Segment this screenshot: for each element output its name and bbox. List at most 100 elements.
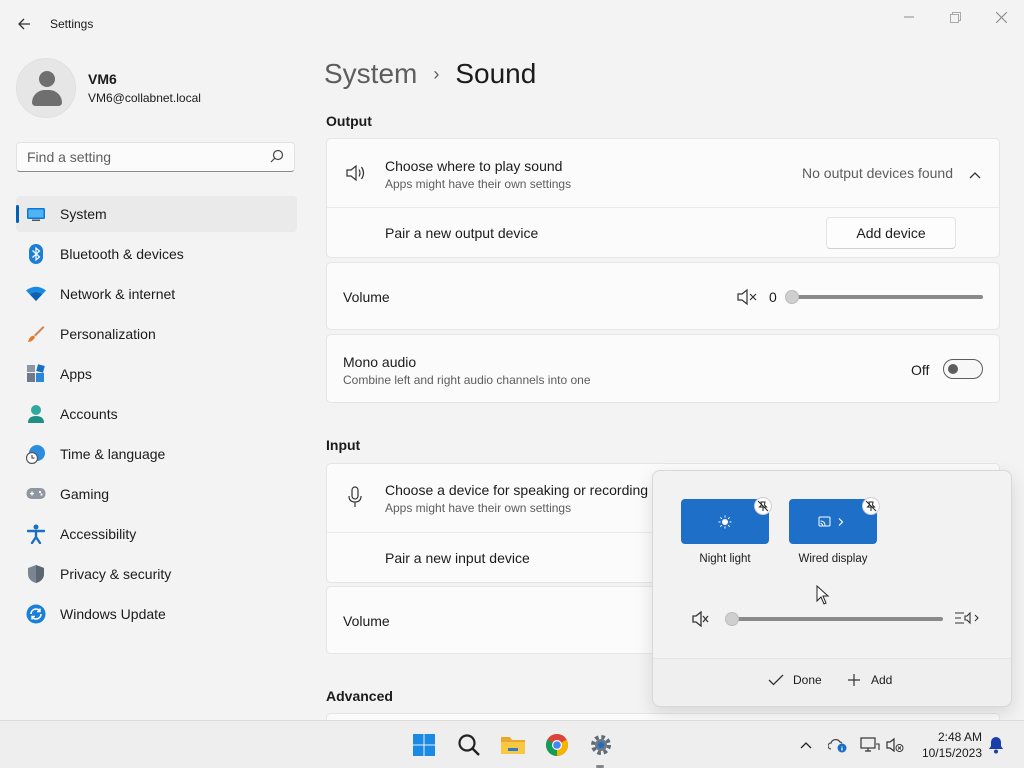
advanced-section-title: Advanced bbox=[326, 688, 393, 704]
wifi-icon bbox=[26, 284, 46, 304]
close-button[interactable] bbox=[978, 6, 1024, 28]
wired-display-label: Wired display bbox=[798, 553, 868, 565]
microphone-icon bbox=[347, 486, 363, 511]
quick-settings-footer: Done Add bbox=[653, 658, 1011, 706]
breadcrumb: System › Sound bbox=[324, 58, 536, 90]
mouse-cursor-icon bbox=[816, 585, 830, 605]
mute-icon[interactable] bbox=[736, 288, 758, 309]
monitor-icon bbox=[26, 204, 46, 224]
sidebar-item-label: Apps bbox=[60, 366, 92, 382]
sidebar-item-apps[interactable]: Apps bbox=[16, 356, 297, 392]
sidebar-item-gaming[interactable]: Gaming bbox=[16, 476, 297, 512]
settings-app-button[interactable] bbox=[587, 731, 615, 759]
breadcrumb-parent[interactable]: System bbox=[324, 58, 417, 90]
unpin-night-light-button[interactable] bbox=[754, 497, 772, 515]
app-title: Settings bbox=[50, 17, 94, 31]
search-input[interactable] bbox=[27, 149, 267, 165]
sidebar-item-windows-update[interactable]: Windows Update bbox=[16, 596, 297, 632]
network-tray-button[interactable] bbox=[860, 735, 880, 755]
maximize-button[interactable] bbox=[932, 6, 978, 28]
bell-icon bbox=[989, 737, 1003, 754]
file-explorer-button[interactable] bbox=[499, 731, 527, 759]
volume-tray-button[interactable] bbox=[885, 735, 905, 755]
input-volume-label: Volume bbox=[343, 613, 390, 629]
gamepad-icon bbox=[26, 484, 46, 504]
show-hidden-icons-button[interactable] bbox=[796, 735, 816, 755]
output-section-title: Output bbox=[326, 113, 372, 129]
sidebar-item-time-language[interactable]: Time & language bbox=[16, 436, 297, 472]
audio-output-select-icon[interactable] bbox=[954, 610, 980, 629]
done-label: Done bbox=[793, 673, 822, 687]
output-volume-label: Volume bbox=[343, 289, 390, 305]
output-volume-thumb[interactable] bbox=[785, 290, 799, 304]
mono-audio-toggle[interactable] bbox=[943, 359, 983, 379]
chevron-up-icon[interactable] bbox=[969, 166, 981, 182]
output-status: No output devices found bbox=[802, 165, 953, 181]
sidebar-item-label: System bbox=[60, 206, 107, 222]
chevron-up-icon bbox=[800, 742, 812, 749]
chrome-button[interactable] bbox=[543, 731, 571, 759]
cast-icon bbox=[818, 516, 844, 526]
mono-audio-state: Off bbox=[911, 362, 930, 378]
pair-output-row: Pair a new output device Add device bbox=[327, 207, 999, 258]
clock-time: 2:48 AM bbox=[937, 730, 982, 744]
sidebar-item-label: Gaming bbox=[60, 486, 110, 502]
volume-mute-icon[interactable] bbox=[692, 610, 710, 630]
taskbar: 2:48 AM 10/15/2023 bbox=[0, 720, 1024, 768]
sidebar-item-label: Bluetooth & devices bbox=[60, 246, 184, 262]
search-icon bbox=[458, 734, 480, 756]
sidebar-item-accounts[interactable]: Accounts bbox=[16, 396, 297, 432]
choose-output-subtitle: Apps might have their own settings bbox=[385, 177, 572, 191]
paintbrush-icon bbox=[26, 324, 46, 344]
unpin-icon bbox=[865, 500, 877, 512]
breadcrumb-separator: › bbox=[433, 63, 440, 84]
night-light-icon bbox=[718, 515, 732, 528]
sidebar-item-system[interactable]: System bbox=[16, 196, 297, 232]
mono-audio-subtitle: Combine left and right audio channels in… bbox=[343, 373, 591, 387]
user-profile[interactable]: VM6 VM6@collabnet.local bbox=[16, 58, 201, 118]
sidebar-item-privacy[interactable]: Privacy & security bbox=[16, 556, 297, 592]
start-button[interactable] bbox=[410, 731, 438, 759]
checkmark-icon bbox=[768, 674, 784, 686]
output-volume-slider[interactable] bbox=[797, 295, 983, 299]
taskbar-search-button[interactable] bbox=[455, 731, 483, 759]
sidebar-item-network[interactable]: Network & internet bbox=[16, 276, 297, 312]
sidebar-item-label: Privacy & security bbox=[60, 566, 172, 582]
sidebar-item-label: Network & internet bbox=[60, 286, 176, 302]
output-volume-card: Volume 0 bbox=[326, 262, 1000, 330]
unpin-wired-display-button[interactable] bbox=[862, 497, 880, 515]
onedrive-tray-button[interactable] bbox=[828, 735, 848, 755]
sidebar-item-personalization[interactable]: Personalization bbox=[16, 316, 297, 352]
bluetooth-icon bbox=[26, 244, 46, 264]
title-bar: Settings bbox=[0, 0, 1024, 48]
sidebar-item-bluetooth[interactable]: Bluetooth & devices bbox=[16, 236, 297, 272]
minimize-button[interactable] bbox=[886, 6, 932, 28]
quick-volume-thumb[interactable] bbox=[725, 612, 739, 626]
sidebar-item-label: Personalization bbox=[60, 326, 156, 342]
arrow-left-icon bbox=[18, 18, 30, 30]
sidebar-item-label: Accounts bbox=[60, 406, 118, 422]
back-button[interactable] bbox=[12, 12, 36, 36]
windows-logo-icon bbox=[413, 734, 435, 756]
search-box[interactable] bbox=[16, 142, 295, 172]
search-icon[interactable] bbox=[270, 149, 284, 163]
input-section-title: Input bbox=[326, 437, 361, 453]
folder-icon bbox=[501, 737, 525, 754]
done-button[interactable]: Done bbox=[768, 673, 822, 687]
pair-input-label: Pair a new input device bbox=[385, 550, 530, 566]
add-device-button[interactable]: Add device bbox=[826, 217, 956, 249]
add-label: Add bbox=[871, 673, 893, 687]
taskbar-clock[interactable]: 2:48 AM 10/15/2023 bbox=[922, 729, 982, 761]
accessibility-icon bbox=[26, 524, 46, 544]
notifications-button[interactable] bbox=[986, 735, 1006, 755]
add-button[interactable]: Add bbox=[848, 673, 892, 687]
choose-output-row[interactable]: Choose where to play sound Apps might ha… bbox=[327, 139, 999, 207]
sidebar-item-accessibility[interactable]: Accessibility bbox=[16, 516, 297, 552]
clock-date: 10/15/2023 bbox=[921, 746, 982, 760]
close-icon bbox=[995, 11, 1007, 23]
volume-mute-icon bbox=[886, 737, 904, 753]
chrome-icon bbox=[546, 734, 568, 756]
clock-globe-icon bbox=[26, 444, 46, 464]
avatar bbox=[16, 58, 76, 118]
quick-volume-slider[interactable] bbox=[737, 617, 943, 621]
